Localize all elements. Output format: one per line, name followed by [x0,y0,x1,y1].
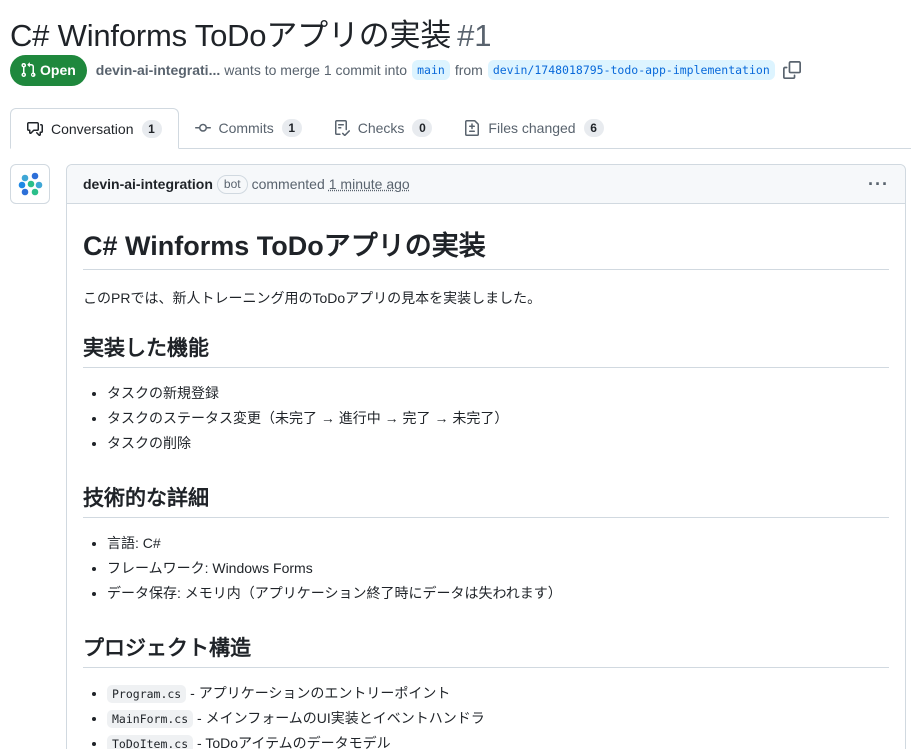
pr-state-label: Open [40,62,76,78]
section-heading-technical: 技術的な詳細 [83,482,889,518]
body-intro: このPRでは、新人トレーニング用のToDoアプリの見本を実装しました。 [83,290,542,306]
checklist-icon [334,120,350,136]
tab-checks-count: 0 [412,119,433,137]
comment-header: devin-ai-integration bot commented 1 min… [67,165,905,204]
devin-logo-icon [18,172,43,196]
file-description: - メインフォームのUI実装とイベントハンドラ [193,710,485,726]
tab-files-changed-count: 6 [583,119,604,137]
tab-files-changed-label: Files changed [488,120,576,136]
list-item: ToDoItem.cs - ToDoアイテムのデータモデル [107,733,889,749]
tab-commits-count: 1 [281,119,302,137]
pr-description-comment: devin-ai-integration bot commented 1 min… [66,164,906,749]
pr-meta-row: Open devin-ai-integrati... wants to merg… [10,54,801,86]
list-item: タスクのステータス変更（未完了 → 進行中 → 完了 → 未完了） [107,408,889,433]
tab-checks-label: Checks [357,120,405,136]
git-pull-request-icon [21,62,36,78]
pr-author-link[interactable]: devin-ai-integrati... [96,62,220,78]
structure-list: Program.cs - アプリケーションのエントリーポイント MainForm… [83,683,889,749]
tab-checks[interactable]: Checks 0 [318,108,449,148]
list-item: タスクの削除 [107,433,889,458]
list-item: データ保存: メモリ内（アプリケーション終了時にデータは失われます） [107,583,889,608]
merge-text: wants to merge 1 commit into [224,62,408,78]
base-branch-link[interactable]: main [412,60,450,80]
commit-icon [194,123,211,132]
section-heading-features: 実装した機能 [83,332,889,368]
pr-tabs: Conversation 1 Commits 1 Checks 0 Files … [10,108,911,149]
comment-action: commented [251,176,325,192]
tab-commits[interactable]: Commits 1 [179,108,318,148]
avatar[interactable] [10,164,50,204]
tab-commits-label: Commits [218,120,274,136]
pr-number: #1 [457,18,492,53]
pr-title: C# Winforms ToDoアプリの実装 #1 [10,10,491,55]
features-list: タスクの新規登録 タスクのステータス変更（未完了 → 進行中 → 完了 → 未完… [83,383,889,458]
comment-author-link[interactable]: devin-ai-integration [83,176,213,192]
pr-state-badge: Open [10,54,87,86]
file-name-code: MainForm.cs [107,710,194,728]
kebab-menu-icon[interactable]: ··· [868,174,889,195]
file-description: - ToDoアイテムのデータモデル [193,735,391,749]
file-name-code: ToDoItem.cs [107,735,194,749]
file-diff-icon [465,120,480,136]
tab-files-changed[interactable]: Files changed 6 [448,108,619,148]
list-item: Program.cs - アプリケーションのエントリーポイント [107,683,889,708]
comment-timestamp[interactable]: 1 minute ago [329,176,410,192]
head-branch-link[interactable]: devin/1748018795-todo-app-implementation [487,60,775,80]
copy-icon[interactable] [782,61,801,79]
from-text: from [454,62,483,78]
comment-body: C# Winforms ToDoアプリの実装 このPRでは、新人トレーニング用の… [67,224,905,749]
list-item: MainForm.cs - メインフォームのUI実装とイベントハンドラ [107,708,889,733]
pr-title-text: C# Winforms ToDoアプリの実装 [10,18,452,53]
list-item: フレームワーク: Windows Forms [107,558,889,583]
tab-conversation-label: Conversation [51,120,134,137]
bot-badge: bot [216,174,248,194]
file-description: - アプリケーションのエントリーポイント [186,685,451,701]
comment-discussion-icon [27,121,43,136]
body-heading: C# Winforms ToDoアプリの実装 [83,224,889,270]
list-item: タスクの新規登録 [107,383,889,408]
technical-list: 言語: C# フレームワーク: Windows Forms データ保存: メモリ… [83,533,889,608]
tab-conversation[interactable]: Conversation 1 [10,108,179,149]
list-item: 言語: C# [107,533,889,558]
tab-conversation-count: 1 [141,119,162,138]
section-heading-structure: プロジェクト構造 [83,632,889,668]
file-name-code: Program.cs [107,685,187,703]
